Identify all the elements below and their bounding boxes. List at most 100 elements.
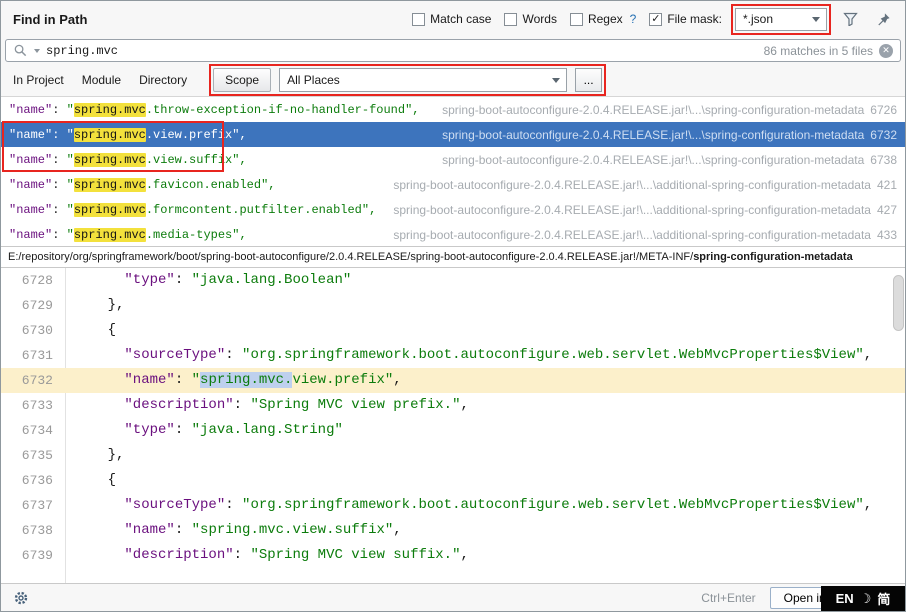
result-row[interactable]: "name": "spring.mvc.view.suffix",spring-… bbox=[1, 147, 905, 172]
words-checkbox[interactable]: Words bbox=[504, 12, 556, 26]
code-segment: "name" bbox=[74, 522, 175, 538]
result-row[interactable]: "name": "spring.mvc.media-types",spring-… bbox=[1, 222, 905, 246]
line-number: 6728 bbox=[1, 268, 65, 293]
code-segment: , bbox=[461, 547, 469, 563]
search-row: spring.mvc 86 matches in 5 files ✕ bbox=[1, 37, 905, 64]
scrollbar-thumb[interactable] bbox=[893, 275, 904, 331]
clear-search-button[interactable]: ✕ bbox=[879, 44, 893, 58]
result-key: "name" bbox=[9, 228, 52, 242]
code-segment: " bbox=[192, 372, 200, 388]
search-history-chevron-icon[interactable] bbox=[34, 49, 40, 53]
editor-line: 6728 "type": "java.lang.Boolean" bbox=[1, 268, 905, 293]
gear-icon bbox=[13, 590, 29, 606]
result-open-quote: " bbox=[67, 228, 74, 242]
editor-line: 6730 { bbox=[1, 318, 905, 343]
checkbox-box bbox=[412, 13, 425, 26]
scope-option-in-project[interactable]: In Project bbox=[13, 73, 64, 87]
result-row[interactable]: "name": "spring.mvc.view.prefix",spring-… bbox=[1, 122, 905, 147]
code-segment: "java.lang.Boolean" bbox=[192, 272, 352, 288]
code-segment: , bbox=[461, 397, 469, 413]
scope-option-directory[interactable]: Directory bbox=[139, 73, 187, 87]
code-segment: : bbox=[225, 497, 242, 513]
code-segment: "Spring MVC view suffix." bbox=[250, 547, 460, 563]
line-number: 6739 bbox=[1, 543, 65, 568]
match-case-checkbox[interactable]: Match case bbox=[412, 12, 491, 26]
file-mask-checkbox[interactable]: ✓ File mask: bbox=[649, 12, 722, 26]
code-segment: }, bbox=[74, 447, 124, 463]
check-icon: ✓ bbox=[651, 14, 660, 25]
scope-selector-group: Scope All Places ... bbox=[213, 68, 602, 92]
search-icon bbox=[13, 43, 28, 58]
file-mask-combo[interactable]: *.json bbox=[735, 8, 827, 31]
preview-editor[interactable]: 6728 "type": "java.lang.Boolean"6729 },6… bbox=[1, 268, 905, 583]
result-key: "name" bbox=[9, 103, 52, 117]
code-segment: : bbox=[225, 347, 242, 363]
pin-button[interactable] bbox=[873, 9, 893, 29]
search-match-highlight: spring.mvc bbox=[74, 203, 146, 217]
file-mask-value: *.json bbox=[743, 12, 773, 26]
result-file-path: spring-boot-autoconfigure-2.0.4.RELEASE.… bbox=[442, 153, 864, 167]
result-open-quote: " bbox=[67, 203, 74, 217]
result-key: "name" bbox=[9, 128, 52, 142]
editor-scrollbar[interactable] bbox=[892, 268, 905, 583]
code-segment: }, bbox=[74, 297, 124, 313]
search-query[interactable]: spring.mvc bbox=[46, 44, 118, 58]
file-mask-label: File mask: bbox=[667, 12, 722, 26]
result-file-path: spring-boot-autoconfigure-2.0.4.RELEASE.… bbox=[393, 178, 871, 192]
code-segment: view.prefix" bbox=[292, 372, 393, 388]
search-options: Match case Words Regex ? ✓ File mask: *.… bbox=[412, 8, 893, 31]
search-match-highlight: spring.mvc bbox=[74, 228, 146, 242]
editor-line: 6735 }, bbox=[1, 443, 905, 468]
regex-help-link[interactable]: ? bbox=[630, 12, 637, 26]
code-segment: , bbox=[864, 497, 872, 513]
line-number: 6732 bbox=[1, 368, 65, 393]
code-segment: , bbox=[393, 372, 401, 388]
search-match-highlight: spring.mvc bbox=[74, 103, 146, 117]
code-segment: { bbox=[74, 472, 116, 488]
line-number: 6729 bbox=[1, 293, 65, 318]
moon-icon: ☽ bbox=[860, 591, 872, 607]
dialog-title: Find in Path bbox=[13, 12, 87, 27]
checkbox-box bbox=[570, 13, 583, 26]
path-prefix: E:/repository/org/springframework/boot/s… bbox=[8, 251, 693, 263]
result-value-rest: .favicon.enabled", bbox=[146, 178, 276, 192]
result-row[interactable]: "name": "spring.mvc.favicon.enabled",spr… bbox=[1, 172, 905, 197]
code-line: { bbox=[65, 318, 116, 343]
line-number: 6730 bbox=[1, 318, 65, 343]
result-colon: : bbox=[52, 228, 66, 242]
results-list: "name": "spring.mvc.throw-exception-if-n… bbox=[1, 96, 905, 246]
line-number: 6733 bbox=[1, 393, 65, 418]
code-line: "type": "java.lang.String" bbox=[65, 418, 343, 443]
code-segment: "Spring MVC view prefix." bbox=[250, 397, 460, 413]
line-number: 6738 bbox=[1, 518, 65, 543]
ime-indicator: EN ☽ 简 bbox=[821, 586, 905, 611]
filter-button[interactable] bbox=[840, 9, 860, 29]
settings-button[interactable] bbox=[11, 588, 31, 608]
result-row[interactable]: "name": "spring.mvc.throw-exception-if-n… bbox=[1, 97, 905, 122]
code-line: "name": "spring.mvc.view.suffix", bbox=[65, 518, 402, 543]
scope-option-module[interactable]: Module bbox=[82, 73, 121, 87]
checkbox-box bbox=[504, 13, 517, 26]
result-open-quote: " bbox=[67, 103, 74, 117]
search-field[interactable]: spring.mvc 86 matches in 5 files ✕ bbox=[5, 39, 901, 62]
result-open-quote: " bbox=[67, 178, 74, 192]
result-colon: : bbox=[52, 128, 66, 142]
scope-combo[interactable]: All Places bbox=[279, 68, 567, 92]
editor-line: 6736 { bbox=[1, 468, 905, 493]
match-count: 86 matches in 5 files bbox=[764, 44, 873, 58]
editor-lines: 6728 "type": "java.lang.Boolean"6729 },6… bbox=[1, 268, 905, 568]
code-line: "sourceType": "org.springframework.boot.… bbox=[65, 493, 872, 518]
code-segment: "spring.mvc.view.suffix" bbox=[192, 522, 394, 538]
code-segment: : bbox=[175, 372, 192, 388]
editor-line: 6731 "sourceType": "org.springframework.… bbox=[1, 343, 905, 368]
scope-option-scope[interactable]: Scope bbox=[213, 68, 271, 92]
code-segment: : bbox=[175, 422, 192, 438]
scope-browse-button[interactable]: ... bbox=[575, 68, 602, 92]
regex-checkbox[interactable]: Regex ? bbox=[570, 12, 636, 26]
result-key: "name" bbox=[9, 153, 52, 167]
result-row[interactable]: "name": "spring.mvc.formcontent.putfilte… bbox=[1, 197, 905, 222]
line-number: 6735 bbox=[1, 443, 65, 468]
code-segment: : bbox=[175, 522, 192, 538]
code-segment: "java.lang.String" bbox=[192, 422, 343, 438]
result-colon: : bbox=[52, 178, 66, 192]
